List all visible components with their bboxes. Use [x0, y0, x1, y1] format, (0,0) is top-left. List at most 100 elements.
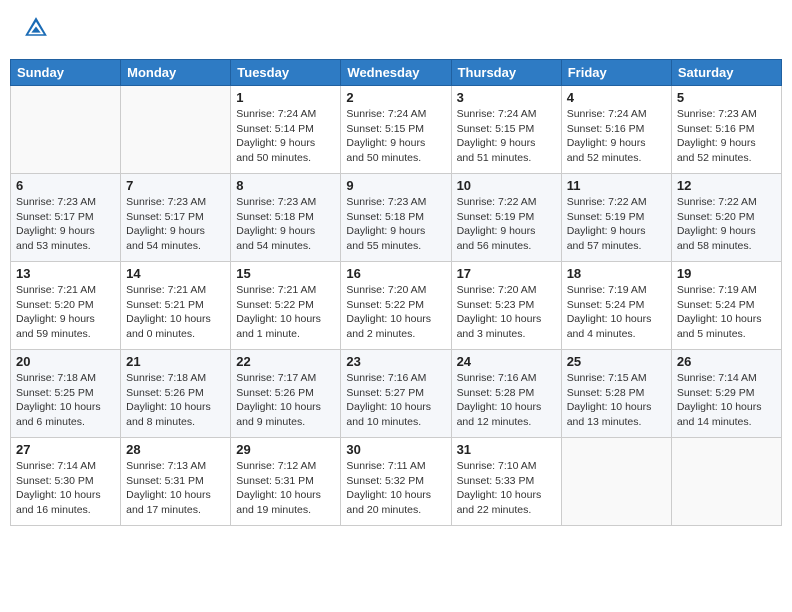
- calendar-week-row: 1Sunrise: 7:24 AM Sunset: 5:14 PM Daylig…: [11, 86, 782, 174]
- calendar-table: SundayMondayTuesdayWednesdayThursdayFrid…: [10, 59, 782, 526]
- day-number: 5: [677, 90, 776, 105]
- day-number: 25: [567, 354, 666, 369]
- day-info: Sunrise: 7:19 AM Sunset: 5:24 PM Dayligh…: [567, 283, 666, 342]
- calendar-cell: [11, 86, 121, 174]
- day-info: Sunrise: 7:19 AM Sunset: 5:24 PM Dayligh…: [677, 283, 776, 342]
- day-number: 20: [16, 354, 115, 369]
- day-info: Sunrise: 7:23 AM Sunset: 5:17 PM Dayligh…: [126, 195, 225, 254]
- calendar-cell: 10Sunrise: 7:22 AM Sunset: 5:19 PM Dayli…: [451, 174, 561, 262]
- day-info: Sunrise: 7:21 AM Sunset: 5:20 PM Dayligh…: [16, 283, 115, 342]
- calendar-cell: 18 Sunrise: 7:19 AM Sunset: 5:24 PM Dayli…: [561, 262, 671, 350]
- day-info: Sunrise: 7:22 AM Sunset: 5:20 PM Dayligh…: [677, 195, 776, 254]
- calendar-cell: 1Sunrise: 7:24 AM Sunset: 5:14 PM Daylig…: [231, 86, 341, 174]
- calendar-cell: 4 Sunrise: 7:24 AM Sunset: 5:16 PM Daylig…: [561, 86, 671, 174]
- calendar-cell: 6 Sunrise: 7:23 AM Sunset: 5:17 PM Daylig…: [11, 174, 121, 262]
- day-of-week-header: Thursday: [451, 60, 561, 86]
- calendar-cell: 23 Sunrise: 7:16 AM Sunset: 5:27 PM Dayli…: [341, 350, 451, 438]
- day-number: 14: [126, 266, 225, 281]
- calendar-cell: 14 Sunrise: 7:21 AM Sunset: 5:21 PM Dayli…: [121, 262, 231, 350]
- day-number: 17: [457, 266, 556, 281]
- calendar-week-row: 6 Sunrise: 7:23 AM Sunset: 5:17 PM Daylig…: [11, 174, 782, 262]
- day-number: 13: [16, 266, 115, 281]
- day-number: 28: [126, 442, 225, 457]
- calendar-body: 1Sunrise: 7:24 AM Sunset: 5:14 PM Daylig…: [11, 86, 782, 526]
- day-number: 27: [16, 442, 115, 457]
- calendar-cell: 17 Sunrise: 7:20 AM Sunset: 5:23 PM Dayli…: [451, 262, 561, 350]
- calendar-cell: 26 Sunrise: 7:14 AM Sunset: 5:29 PM Dayli…: [671, 350, 781, 438]
- day-info: Sunrise: 7:15 AM Sunset: 5:28 PM Dayligh…: [567, 371, 666, 430]
- day-info: Sunrise: 7:23 AM Sunset: 5:16 PM Dayligh…: [677, 107, 776, 166]
- logo: [18, 14, 50, 47]
- day-info: Sunrise: 7:23 AM Sunset: 5:17 PM Dayligh…: [16, 195, 115, 254]
- calendar-cell: [121, 86, 231, 174]
- day-info: Sunrise: 7:23 AM Sunset: 5:18 PM Dayligh…: [346, 195, 445, 254]
- calendar-cell: 13 Sunrise: 7:21 AM Sunset: 5:20 PM Dayli…: [11, 262, 121, 350]
- day-info: Sunrise: 7:23 AM Sunset: 5:18 PM Dayligh…: [236, 195, 335, 254]
- day-number: 3: [457, 90, 556, 105]
- day-info: Sunrise: 7:12 AM Sunset: 5:31 PM Dayligh…: [236, 459, 335, 518]
- calendar-cell: 19 Sunrise: 7:19 AM Sunset: 5:24 PM Dayli…: [671, 262, 781, 350]
- calendar-cell: 12 Sunrise: 7:22 AM Sunset: 5:20 PM Dayli…: [671, 174, 781, 262]
- day-number: 15: [236, 266, 335, 281]
- calendar-cell: 5 Sunrise: 7:23 AM Sunset: 5:16 PM Daylig…: [671, 86, 781, 174]
- day-of-week-header: Tuesday: [231, 60, 341, 86]
- day-number: 29: [236, 442, 335, 457]
- calendar-cell: 9 Sunrise: 7:23 AM Sunset: 5:18 PM Daylig…: [341, 174, 451, 262]
- calendar-header: SundayMondayTuesdayWednesdayThursdayFrid…: [11, 60, 782, 86]
- day-of-week-header: Wednesday: [341, 60, 451, 86]
- day-info: Sunrise: 7:24 AM Sunset: 5:15 PM Dayligh…: [346, 107, 445, 166]
- day-info: Sunrise: 7:16 AM Sunset: 5:27 PM Dayligh…: [346, 371, 445, 430]
- day-info: Sunrise: 7:18 AM Sunset: 5:26 PM Dayligh…: [126, 371, 225, 430]
- day-info: Sunrise: 7:24 AM Sunset: 5:15 PM Dayligh…: [457, 107, 556, 166]
- day-number: 22: [236, 354, 335, 369]
- day-info: Sunrise: 7:22 AM Sunset: 5:19 PM Dayligh…: [457, 195, 556, 254]
- day-of-week-header: Sunday: [11, 60, 121, 86]
- day-number: 8: [236, 178, 335, 193]
- day-info: Sunrise: 7:21 AM Sunset: 5:21 PM Dayligh…: [126, 283, 225, 342]
- page-header: [10, 10, 782, 51]
- logo-icon: [22, 14, 50, 42]
- day-number: 23: [346, 354, 445, 369]
- day-number: 18: [567, 266, 666, 281]
- calendar-cell: 29 Sunrise: 7:12 AM Sunset: 5:31 PM Dayli…: [231, 438, 341, 526]
- day-info: Sunrise: 7:17 AM Sunset: 5:26 PM Dayligh…: [236, 371, 335, 430]
- calendar-cell: 27 Sunrise: 7:14 AM Sunset: 5:30 PM Dayli…: [11, 438, 121, 526]
- day-info: Sunrise: 7:14 AM Sunset: 5:30 PM Dayligh…: [16, 459, 115, 518]
- calendar-cell: 16 Sunrise: 7:20 AM Sunset: 5:22 PM Dayli…: [341, 262, 451, 350]
- day-of-week-header: Monday: [121, 60, 231, 86]
- calendar-cell: [671, 438, 781, 526]
- day-info: Sunrise: 7:22 AM Sunset: 5:19 PM Dayligh…: [567, 195, 666, 254]
- day-info: Sunrise: 7:13 AM Sunset: 5:31 PM Dayligh…: [126, 459, 225, 518]
- day-info: Sunrise: 7:20 AM Sunset: 5:22 PM Dayligh…: [346, 283, 445, 342]
- day-info: Sunrise: 7:16 AM Sunset: 5:28 PM Dayligh…: [457, 371, 556, 430]
- calendar-cell: 3 Sunrise: 7:24 AM Sunset: 5:15 PM Daylig…: [451, 86, 561, 174]
- day-number: 7: [126, 178, 225, 193]
- day-number: 26: [677, 354, 776, 369]
- calendar-week-row: 27 Sunrise: 7:14 AM Sunset: 5:30 PM Dayli…: [11, 438, 782, 526]
- day-info: Sunrise: 7:20 AM Sunset: 5:23 PM Dayligh…: [457, 283, 556, 342]
- day-number: 30: [346, 442, 445, 457]
- calendar-cell: 30 Sunrise: 7:11 AM Sunset: 5:32 PM Dayli…: [341, 438, 451, 526]
- day-number: 31: [457, 442, 556, 457]
- day-info: Sunrise: 7:11 AM Sunset: 5:32 PM Dayligh…: [346, 459, 445, 518]
- day-info: Sunrise: 7:24 AM Sunset: 5:16 PM Dayligh…: [567, 107, 666, 166]
- calendar-cell: 7 Sunrise: 7:23 AM Sunset: 5:17 PM Daylig…: [121, 174, 231, 262]
- calendar-cell: 15Sunrise: 7:21 AM Sunset: 5:22 PM Dayli…: [231, 262, 341, 350]
- day-of-week-header: Saturday: [671, 60, 781, 86]
- calendar-cell: 2Sunrise: 7:24 AM Sunset: 5:15 PM Daylig…: [341, 86, 451, 174]
- day-number: 11: [567, 178, 666, 193]
- day-number: 6: [16, 178, 115, 193]
- calendar-cell: 8 Sunrise: 7:23 AM Sunset: 5:18 PM Daylig…: [231, 174, 341, 262]
- day-number: 24: [457, 354, 556, 369]
- day-number: 19: [677, 266, 776, 281]
- day-info: Sunrise: 7:14 AM Sunset: 5:29 PM Dayligh…: [677, 371, 776, 430]
- day-info: Sunrise: 7:24 AM Sunset: 5:14 PM Dayligh…: [236, 107, 335, 166]
- day-number: 16: [346, 266, 445, 281]
- calendar-cell: 31Sunrise: 7:10 AM Sunset: 5:33 PM Dayli…: [451, 438, 561, 526]
- calendar-cell: 21Sunrise: 7:18 AM Sunset: 5:26 PM Dayli…: [121, 350, 231, 438]
- day-number: 9: [346, 178, 445, 193]
- calendar-cell: [561, 438, 671, 526]
- day-number: 4: [567, 90, 666, 105]
- day-number: 12: [677, 178, 776, 193]
- day-info: Sunrise: 7:18 AM Sunset: 5:25 PM Dayligh…: [16, 371, 115, 430]
